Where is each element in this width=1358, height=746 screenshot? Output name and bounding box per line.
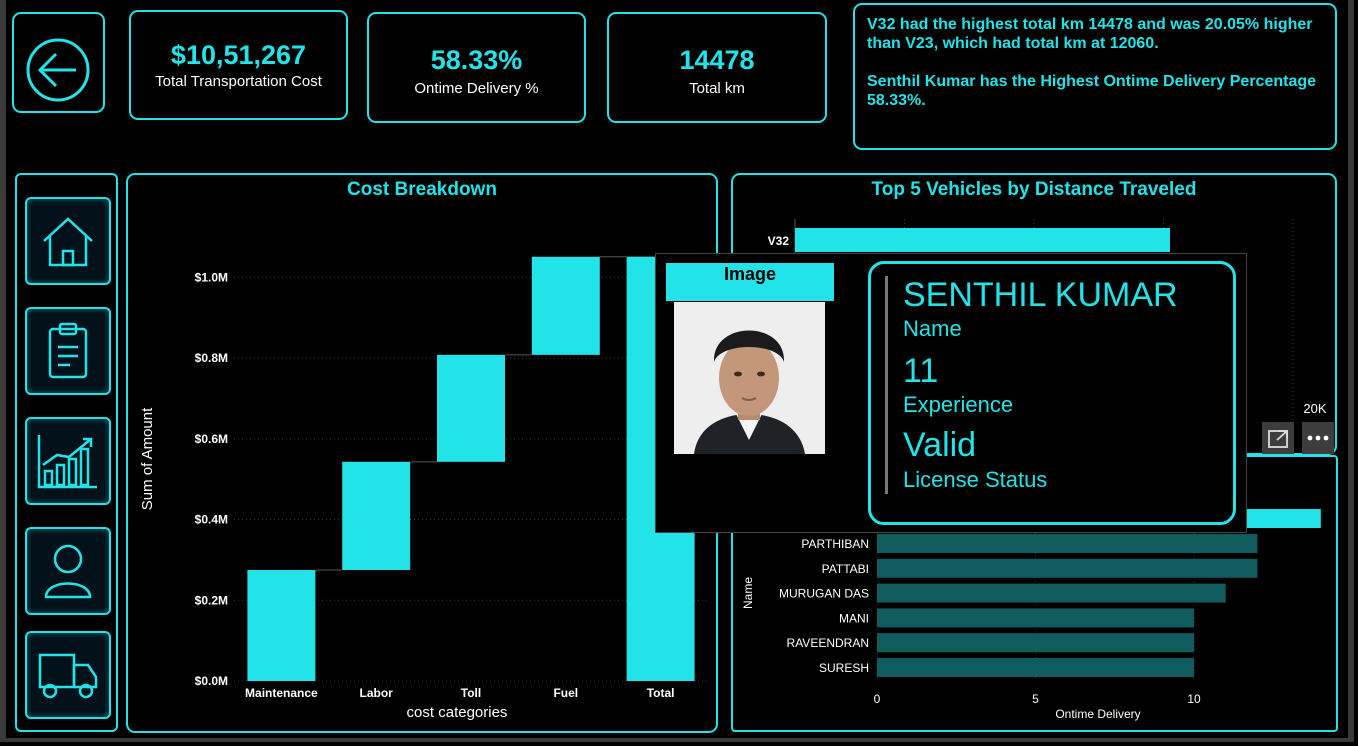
user-icon <box>44 544 92 599</box>
expand-icon <box>1268 430 1288 448</box>
arrow-left-circle-icon <box>26 38 90 102</box>
insight-text: V32 had the highest total km 14478 and w… <box>867 16 1313 52</box>
y-tick-label: V32 <box>768 234 790 248</box>
driver-bar <box>877 583 1226 603</box>
nav-clipboard-button[interactable] <box>25 307 111 395</box>
x-tick-label: Toll <box>461 686 481 700</box>
cost-breakdown-chart[interactable]: $0.0M $0.2M $0.4M $0.6M $0.8M $1.0M Maintenanc… <box>128 175 716 731</box>
waterfall-bar <box>531 256 600 355</box>
x-tick-label: 20K <box>1303 401 1326 416</box>
y-tick-label: $0.6M <box>195 432 228 446</box>
x-tick-label: Labor <box>360 686 394 700</box>
nav-home-button[interactable] <box>25 197 111 285</box>
y-tick-label: MANI <box>839 611 869 625</box>
license-status-value: Valid <box>903 426 977 464</box>
nav-truck-button[interactable] <box>25 631 111 719</box>
waterfall-bar <box>342 461 411 570</box>
kpi-label: Total Transportation Cost <box>155 73 322 90</box>
driver-name-value: SENTHIL KUMAR <box>903 276 1178 314</box>
waterfall-bar <box>247 570 316 681</box>
side-nav <box>15 173 118 732</box>
kpi-value: $10,51,267 <box>170 40 307 70</box>
driver-details-card: SENTHIL KUMAR Name 11 Experience Valid L… <box>868 261 1236 525</box>
x-tick-label: Total <box>647 686 675 700</box>
x-tick-label: Fuel <box>553 686 578 700</box>
y-tick-label: PARTHIBAN <box>801 537 869 551</box>
kpi-ontime-delivery: 58.33% Ontime Delivery % <box>367 12 586 123</box>
kpi-label: Total km <box>689 80 745 97</box>
insight-text: Senthil Kumar has the Highest Ontime Del… <box>867 73 1317 109</box>
smart-narrative: V32 had the highest total km 14478 and w… <box>853 3 1337 150</box>
driver-photo <box>674 302 825 454</box>
focus-mode-button[interactable] <box>1262 422 1294 454</box>
truck-icon <box>38 653 98 699</box>
y-tick-label: PATTABI <box>822 562 869 576</box>
waterfall-bar <box>437 354 505 462</box>
license-status-label: License Status <box>903 467 1048 492</box>
y-tick-label: $0.4M <box>195 513 228 527</box>
y-tick-label: $0.2M <box>195 593 228 607</box>
kpi-total-km: 14478 Total km <box>607 12 827 123</box>
kpi-value: 58.33% <box>430 45 523 75</box>
x-tick-label: 10 <box>1187 692 1201 706</box>
y-tick-label: MURUGAN DAS <box>779 587 869 601</box>
x-axis-title: Ontime Delivery <box>1055 707 1140 721</box>
x-tick-label: Maintenance <box>245 686 318 700</box>
more-icon <box>1307 435 1329 441</box>
kpi-value: 14478 <box>679 45 755 75</box>
more-options-button[interactable] <box>1302 422 1334 454</box>
nav-user-button[interactable] <box>25 527 111 615</box>
x-tick-label: 5 <box>1032 692 1039 706</box>
y-tick-label: $1.0M <box>195 270 228 284</box>
home-icon <box>43 217 93 267</box>
back-button[interactable] <box>12 12 105 113</box>
driver-tooltip: Image SENTHIL KUMAR Name 11 Experience V… <box>655 253 1247 533</box>
y-axis-title: Name <box>741 577 755 609</box>
y-tick-label: SURESH <box>819 661 869 675</box>
growth-chart-icon <box>37 435 97 489</box>
y-tick-label: $0.0M <box>195 674 228 688</box>
y-axis-title: Sum of Amount <box>139 407 156 510</box>
driver-name-label: Name <box>903 316 962 341</box>
clipboard-icon <box>48 322 88 379</box>
y-tick-label: RAVEENDRAN <box>787 636 869 650</box>
cost-breakdown-panel: Cost Breakdown $0.0M $0.2M $0.4M $0.6M $0.8M… <box>126 173 718 733</box>
image-header: Image <box>666 263 834 301</box>
driver-bar <box>877 608 1194 628</box>
experience-label: Experience <box>903 392 1014 417</box>
nav-analytics-button[interactable] <box>25 417 111 505</box>
driver-bar <box>877 534 1258 553</box>
driver-bar <box>877 658 1194 677</box>
divider <box>885 276 888 494</box>
vehicle-bar <box>795 228 1170 252</box>
driver-bar <box>877 558 1258 578</box>
experience-value: 11 <box>903 352 939 390</box>
x-tick-label: 0 <box>874 692 881 706</box>
y-tick-label: $0.8M <box>195 351 228 365</box>
x-axis-title: cost categories <box>407 704 508 721</box>
driver-bar <box>877 633 1194 653</box>
kpi-label: Ontime Delivery % <box>414 80 539 97</box>
kpi-total-cost: $10,51,267 Total Transportation Cost <box>129 10 348 120</box>
